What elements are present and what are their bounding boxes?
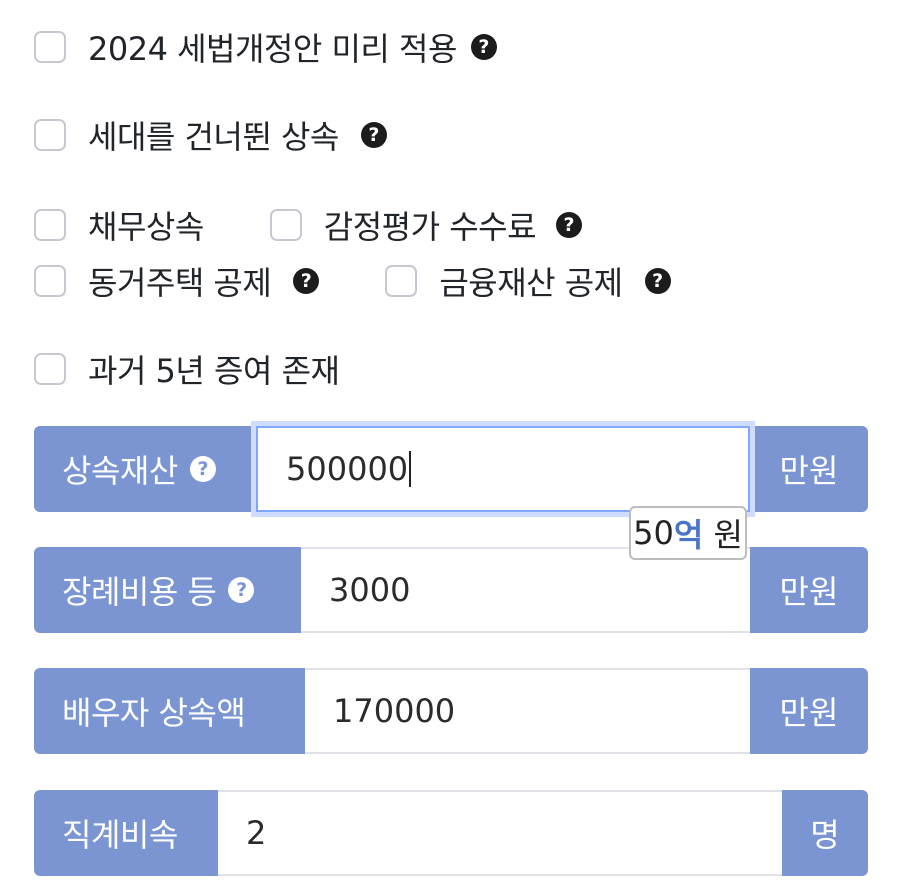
text-cursor [409, 451, 412, 487]
checkbox-gift-5y[interactable] [34, 353, 66, 385]
funeral-unit: 만원 [750, 547, 868, 633]
option-debt[interactable]: 채무상속 [34, 202, 204, 248]
help-icon[interactable]: ? [189, 456, 216, 482]
funeral-label-text: 장례비용 등 [62, 573, 217, 611]
option-label: 채무상속 [88, 208, 204, 246]
spouse-input-group: 배우자 상속액 170000 만원 [34, 668, 868, 754]
option-label: 동거주택 공제 [88, 264, 272, 302]
spouse-input[interactable]: 170000 [305, 668, 750, 754]
option-label: 감정평가 수수료 [323, 208, 537, 246]
children-label: 직계비속 [34, 790, 218, 876]
spouse-label: 배우자 상속액 [34, 668, 305, 754]
spouse-unit: 만원 [750, 668, 868, 754]
checkbox-2024-law[interactable] [34, 31, 66, 63]
option-cohabit-house[interactable]: 동거주택 공제 ? [34, 258, 320, 304]
help-icon[interactable]: ? [556, 212, 583, 238]
spouse-label-text: 배우자 상속액 [62, 694, 246, 732]
estate-label: 상속재산 ? [34, 426, 256, 512]
help-icon[interactable]: ? [360, 122, 387, 148]
children-label-text: 직계비속 [62, 816, 178, 854]
option-appraisal-fee[interactable]: 감정평가 수수료 ? [269, 202, 583, 248]
funeral-value: 3000 [329, 571, 411, 609]
funeral-label: 장례비용 등 ? [34, 547, 301, 633]
option-generation-skip[interactable]: 세대를 건너뛴 상속 ? [34, 112, 387, 158]
option-label: 2024 세법개정안 미리 적용 [88, 30, 457, 68]
tooltip-number: 50 [633, 514, 674, 552]
checkbox-generation-skip[interactable] [34, 119, 66, 151]
estate-input-group: 상속재산 ? 500000 만원 [34, 426, 868, 512]
tooltip-unit: 억 [673, 516, 704, 554]
option-label: 세대를 건너뛴 상속 [88, 118, 339, 156]
children-input-group: 직계비속 2 명 [34, 790, 868, 876]
option-gift-5y[interactable]: 과거 5년 증여 존재 [34, 346, 340, 392]
checkbox-financial-asset[interactable] [385, 265, 418, 297]
children-unit: 명 [782, 790, 868, 876]
estate-value: 500000 [286, 450, 409, 488]
help-icon[interactable]: ? [470, 34, 497, 60]
funeral-input-group: 장례비용 등 ? 3000 만원 [34, 547, 868, 633]
help-icon[interactable]: ? [644, 268, 671, 294]
checkbox-debt[interactable] [34, 209, 66, 241]
children-value: 2 [246, 814, 267, 852]
estate-input[interactable]: 500000 [256, 426, 750, 512]
help-icon[interactable]: ? [228, 577, 255, 603]
checkbox-appraisal-fee[interactable] [269, 209, 302, 241]
option-row-house-financial: 동거주택 공제 ? 금융재산 공제 ? [34, 258, 671, 304]
option-financial-asset[interactable]: 금융재산 공제 ? [385, 258, 671, 304]
tooltip-suffix: 원 [703, 516, 743, 554]
help-icon[interactable]: ? [293, 268, 320, 294]
option-row-debt-appraisal: 채무상속 감정평가 수수료 ? [34, 202, 583, 248]
amount-tooltip: 50 억 원 [629, 506, 747, 560]
estate-unit: 만원 [750, 426, 868, 512]
option-label: 금융재산 공제 [439, 264, 623, 302]
option-label: 과거 5년 증여 존재 [88, 352, 340, 390]
option-2024-law[interactable]: 2024 세법개정안 미리 적용 ? [34, 24, 497, 70]
children-input[interactable]: 2 [218, 790, 782, 876]
estate-label-text: 상속재산 [62, 452, 178, 490]
checkbox-cohabit-house[interactable] [34, 265, 66, 297]
spouse-value: 170000 [333, 692, 456, 730]
